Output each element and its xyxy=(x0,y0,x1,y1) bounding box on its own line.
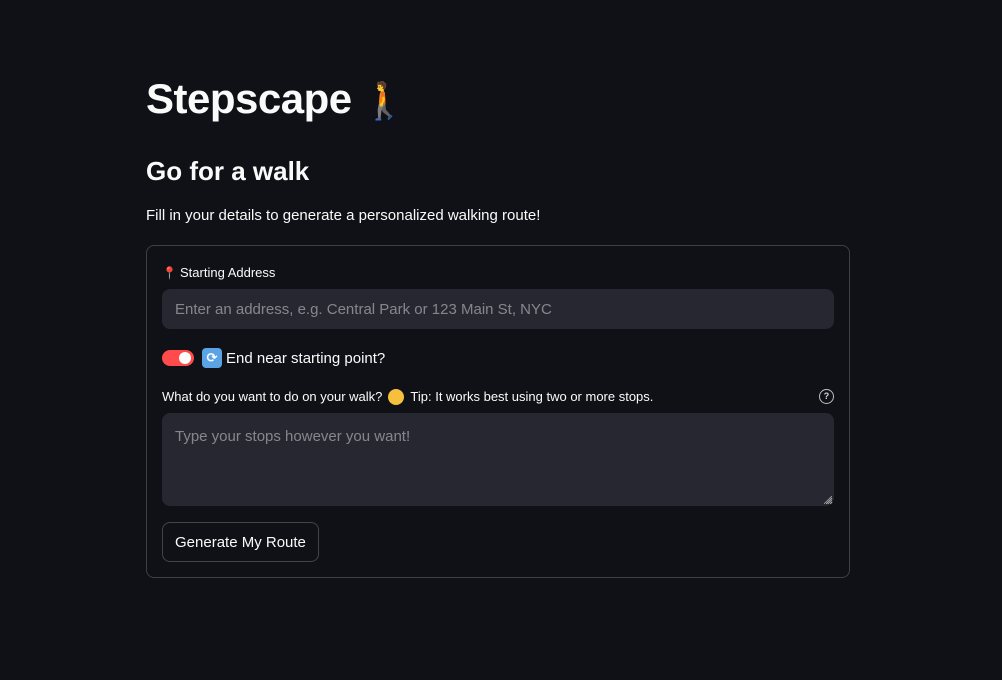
loop-toggle-row: ⟳ End near starting point? xyxy=(162,347,385,369)
thinking-face-icon xyxy=(388,389,405,405)
toggle-knob xyxy=(179,352,191,364)
app-title-text: Stepscape xyxy=(146,75,352,122)
generate-route-button[interactable]: Generate My Route xyxy=(162,522,319,562)
address-label-text: Starting Address xyxy=(180,265,276,280)
page-title: Stepscape 🚶 xyxy=(146,72,406,128)
stops-label-tip: Tip: It works best using two or more sto… xyxy=(410,389,654,404)
stops-label-prefix: What do you want to do on your walk? xyxy=(162,389,383,404)
stops-label: What do you want to do on your walk? Tip… xyxy=(162,388,653,406)
address-label: 📍 Starting Address xyxy=(162,264,275,282)
loop-toggle[interactable] xyxy=(162,350,194,366)
pin-icon: 📍 xyxy=(162,266,177,280)
loop-toggle-label: End near starting point? xyxy=(226,349,386,367)
repeat-icon: ⟳ xyxy=(202,348,222,368)
stops-textarea[interactable] xyxy=(162,413,834,506)
route-form: 📍 Starting Address ⟳ End near starting p… xyxy=(146,245,850,578)
address-input[interactable] xyxy=(162,289,834,329)
subheader: Go for a walk xyxy=(146,156,310,186)
walking-person-icon: 🚶 xyxy=(361,80,407,121)
intro-text: Fill in your details to generate a perso… xyxy=(146,207,541,224)
resize-handle-icon[interactable] xyxy=(824,496,832,504)
help-icon[interactable]: ? xyxy=(819,389,834,404)
